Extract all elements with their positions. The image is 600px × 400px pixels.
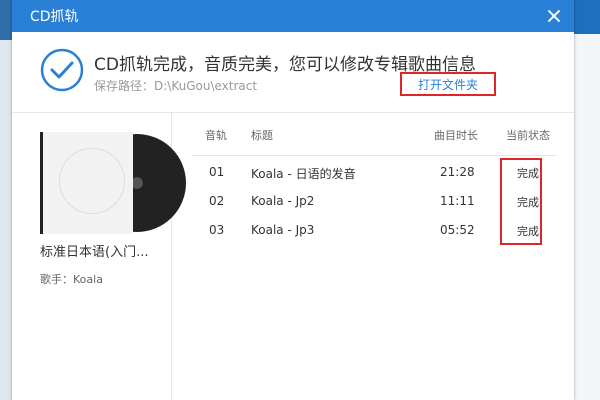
column-header-duration: 曲目时长 [434,129,478,142]
dialog-titlebar: CD抓轨 [12,0,574,32]
dialog-title: CD抓轨 [30,9,79,25]
cover-ring-decoration [59,148,125,214]
open-folder-label: 打开文件夹 [417,77,478,92]
table-header-divider [192,155,557,156]
track-number: 03 [209,223,225,237]
content-area: 标准日本语(入门... 歌手：Koala 音轨 标题 曲目时长 当前状态 01 … [12,113,574,400]
album-panel: 标准日本语(入门... 歌手：Koala [12,113,186,400]
track-duration: 21:28 [440,165,475,179]
background-app-right [574,0,600,400]
track-title[interactable]: Koala - 日语的发音 [251,165,356,182]
background-app-topbar [574,0,600,34]
cd-rip-dialog: CD抓轨 CD抓轨完成，音质完美，您可以修改专辑歌曲信息 保存路径：D:\KuG… [12,0,574,400]
track-title[interactable]: Koala - Jp3 [251,223,314,237]
status-highlight-box [500,158,542,245]
open-folder-link[interactable]: 打开文件夹 [400,72,496,96]
track-title[interactable]: Koala - Jp2 [251,194,314,208]
track-number: 02 [209,194,225,208]
column-header-title: 标题 [251,129,273,142]
track-duration: 05:52 [440,223,475,237]
result-header: CD抓轨完成，音质完美，您可以修改专辑歌曲信息 保存路径：D:\KuGou\ex… [12,32,574,113]
save-path: 保存路径：D:\KuGou\extract [94,79,258,93]
track-table: 音轨 标题 曲目时长 当前状态 01 Koala - 日语的发音 21:28 完… [172,113,574,400]
track-duration: 11:11 [440,194,475,208]
close-icon[interactable] [546,8,562,24]
album-name[interactable]: 标准日本语(入门... [40,241,170,260]
check-circle-icon [40,48,84,92]
album-cover [40,132,133,234]
column-header-status: 当前状态 [506,129,550,142]
track-number: 01 [209,165,225,179]
album-art [40,132,186,234]
column-header-track: 音轨 [205,129,227,142]
background-app-left [0,0,12,400]
album-artist: 歌手：Koala [40,273,103,286]
